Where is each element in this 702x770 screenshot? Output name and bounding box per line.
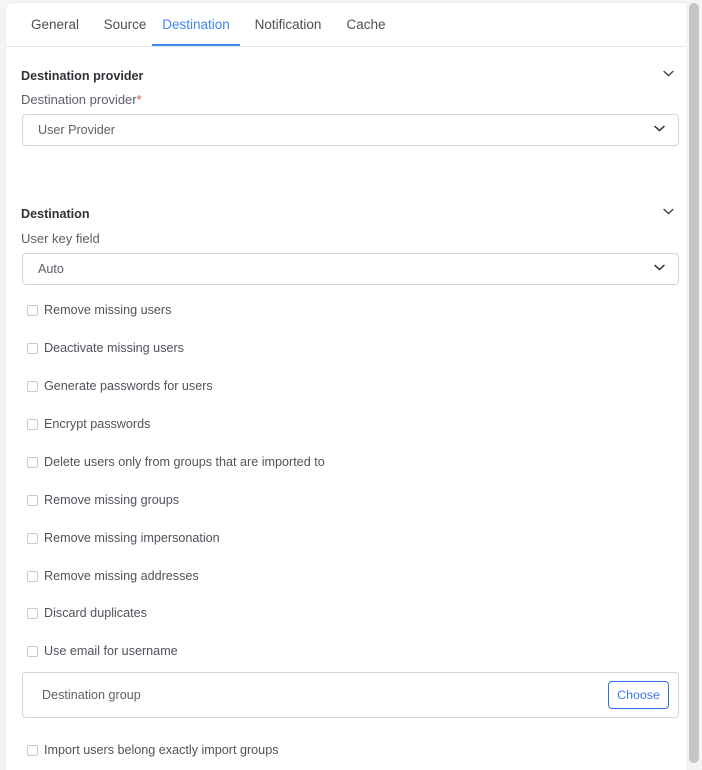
section-header-destination-label: Destination (21, 207, 90, 221)
section-header-destination-provider-label: Destination provider (21, 69, 144, 83)
checkbox-input[interactable] (27, 457, 38, 468)
tab-destination[interactable]: Destination (152, 3, 240, 46)
checkbox-label: Generate passwords for users (44, 379, 213, 393)
checkbox-input[interactable] (27, 646, 38, 657)
checkbox-input[interactable] (27, 533, 38, 544)
checkbox-label: Remove missing users (44, 303, 172, 317)
checkbox-input[interactable] (27, 495, 38, 506)
choose-button[interactable]: Choose (608, 681, 669, 709)
destination-provider-select-value: User Provider (38, 123, 115, 137)
checkbox-input[interactable] (27, 343, 38, 354)
checkbox-input[interactable] (27, 608, 38, 619)
checkbox-label: Discard duplicates (44, 606, 147, 620)
tab-cache[interactable]: Cache (336, 3, 396, 46)
vertical-scrollbar-track[interactable] (686, 0, 702, 770)
destination-group-field[interactable]: Destination group Choose (22, 672, 679, 718)
chevron-down-icon (654, 264, 665, 271)
user-key-field-label: User key field (21, 231, 100, 246)
user-key-field-select[interactable]: Auto (22, 253, 679, 285)
checkbox-label: Import users belong exactly import group… (44, 743, 279, 757)
vertical-scrollbar-thumb[interactable] (689, 3, 699, 763)
chevron-down-icon (663, 70, 674, 77)
checkbox-input[interactable] (27, 419, 38, 430)
checkbox-label: Remove missing impersonation (44, 531, 220, 545)
section-header-destination[interactable]: Destination (21, 207, 676, 221)
destination-group-label: Destination group (42, 688, 141, 702)
destination-provider-field-label-text: Destination provider (21, 92, 137, 107)
destination-provider-field-label: Destination provider* (21, 92, 142, 107)
user-key-field-select-value: Auto (38, 262, 64, 276)
checkbox-label: Delete users only from groups that are i… (44, 455, 325, 469)
checkbox-input[interactable] (27, 745, 38, 756)
tab-bar: General Source Destination Notification Cach… (6, 3, 696, 47)
required-asterisk: * (136, 92, 142, 107)
checkbox-label: Use email for username (44, 644, 178, 658)
tab-general[interactable]: General (19, 3, 91, 46)
chevron-down-icon (654, 125, 665, 132)
checkbox-label: Remove missing groups (44, 493, 180, 507)
destination-provider-select[interactable]: User Provider (22, 114, 679, 146)
tab-source[interactable]: Source (91, 3, 159, 46)
section-header-destination-provider[interactable]: Destination provider (21, 69, 676, 83)
checkbox-input[interactable] (27, 305, 38, 316)
checkbox-label: Encrypt passwords (44, 417, 151, 431)
checkbox-input[interactable] (27, 571, 38, 582)
destination-tab-panel: Destination provider Destination provide… (6, 47, 696, 770)
checkbox-label: Remove missing addresses (44, 569, 199, 583)
tab-notification[interactable]: Notification (243, 3, 333, 46)
checkbox-input[interactable] (27, 381, 38, 392)
chevron-down-icon (663, 208, 674, 215)
settings-card: General Source Destination Notification Cach… (6, 3, 696, 770)
checkbox-label: Deactivate missing users (44, 341, 184, 355)
